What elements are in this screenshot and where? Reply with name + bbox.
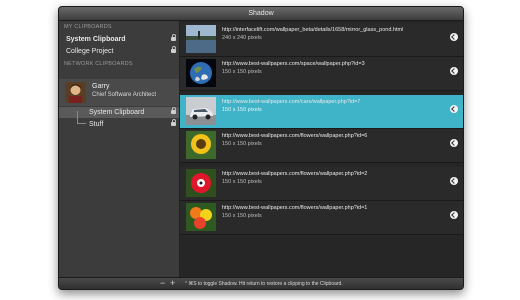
- lock-icon: [171, 34, 176, 41]
- red-flower-thumbnail: [186, 169, 216, 197]
- restore-icon[interactable]: [450, 33, 458, 41]
- list-item[interactable]: http://interfacelift.com/wallpaper_beta/…: [180, 23, 463, 57]
- remove-clipboard-button[interactable]: −: [160, 278, 165, 289]
- user-role: Chief Software Architect: [92, 92, 157, 98]
- avatar: [65, 82, 86, 103]
- window-title: Shadow: [59, 7, 463, 21]
- restore-icon[interactable]: [450, 67, 458, 75]
- sidebar-item-system-clipboard[interactable]: System Clipboard: [59, 34, 179, 45]
- sidebar-item-label: System Clipboard: [89, 109, 145, 116]
- clipping-url: http://www.best-wallpapers.com/cars/wall…: [222, 99, 361, 105]
- status-bar: ⌃⌘S to toggle Shadow. Hit return to rest…: [180, 277, 463, 289]
- pond-thumbnail: [186, 25, 216, 53]
- sidebar-item-label: Stuff: [89, 121, 104, 128]
- clipping-url: http://www.best-wallpapers.com/space/wal…: [222, 61, 365, 67]
- sidebar-item-stuff[interactable]: Stuff: [59, 119, 179, 130]
- sidebar-item-college-project[interactable]: College Project: [59, 46, 179, 57]
- clipping-dimensions: 240 x 240 pixels: [222, 35, 262, 41]
- sunflower-thumbnail: [186, 131, 216, 159]
- list-item[interactable]: http://www.best-wallpapers.com/space/wal…: [180, 57, 463, 91]
- earth-thumbnail: [186, 59, 216, 87]
- clipping-dimensions: 150 x 150 pixels: [222, 141, 262, 147]
- clipping-url: http://interfacelift.com/wallpaper_beta/…: [222, 27, 404, 33]
- sidebar-toolbar: − +: [59, 277, 180, 289]
- status-text: ⌃⌘S to toggle Shadow. Hit return to rest…: [184, 281, 343, 287]
- flowers-thumbnail: [186, 203, 216, 231]
- list-item[interactable]: http://www.best-wallpapers.com/flowers/w…: [180, 201, 463, 235]
- lock-icon: [171, 119, 176, 126]
- restore-icon[interactable]: [450, 105, 458, 113]
- clipping-url: http://www.best-wallpapers.com/flowers/w…: [222, 133, 368, 139]
- clipping-url: http://www.best-wallpapers.com/flowers/w…: [222, 205, 368, 211]
- restore-icon[interactable]: [450, 211, 458, 219]
- sidebar-item-label: System Clipboard: [66, 36, 126, 43]
- shadow-window: Shadow MY CLIPBOARDS System Clipboard Co…: [58, 6, 464, 290]
- clipping-url: http://www.best-wallpapers.com/flowers/w…: [222, 171, 368, 177]
- car-thumbnail: [186, 97, 216, 125]
- clipping-dimensions: 150 x 150 pixels: [222, 179, 262, 185]
- clipping-dimensions: 150 x 150 pixels: [222, 213, 262, 219]
- restore-icon[interactable]: [450, 139, 458, 147]
- list-item[interactable]: http://www.best-wallpapers.com/cars/wall…: [180, 95, 463, 129]
- add-clipboard-button[interactable]: +: [170, 278, 175, 289]
- my-clipboards-header: MY CLIPBOARDS: [64, 24, 112, 30]
- network-clipboards-header: NETWORK CLIPBOARDS: [64, 61, 133, 67]
- user-name: Garry: [92, 83, 110, 90]
- list-item[interactable]: http://www.best-wallpapers.com/flowers/w…: [180, 129, 463, 163]
- clippings-list: http://interfacelift.com/wallpaper_beta/…: [180, 21, 463, 277]
- network-user[interactable]: Garry Chief Software Architect: [59, 79, 179, 106]
- list-item[interactable]: http://www.best-wallpapers.com/flowers/w…: [180, 167, 463, 201]
- restore-icon[interactable]: [450, 177, 458, 185]
- sidebar-item-label: College Project: [66, 48, 114, 55]
- lock-icon: [171, 46, 176, 53]
- clipping-dimensions: 150 x 150 pixels: [222, 69, 262, 75]
- sidebar: MY CLIPBOARDS System Clipboard College P…: [59, 21, 180, 277]
- lock-icon: [171, 107, 176, 114]
- clipping-dimensions: 150 x 150 pixels: [222, 107, 262, 113]
